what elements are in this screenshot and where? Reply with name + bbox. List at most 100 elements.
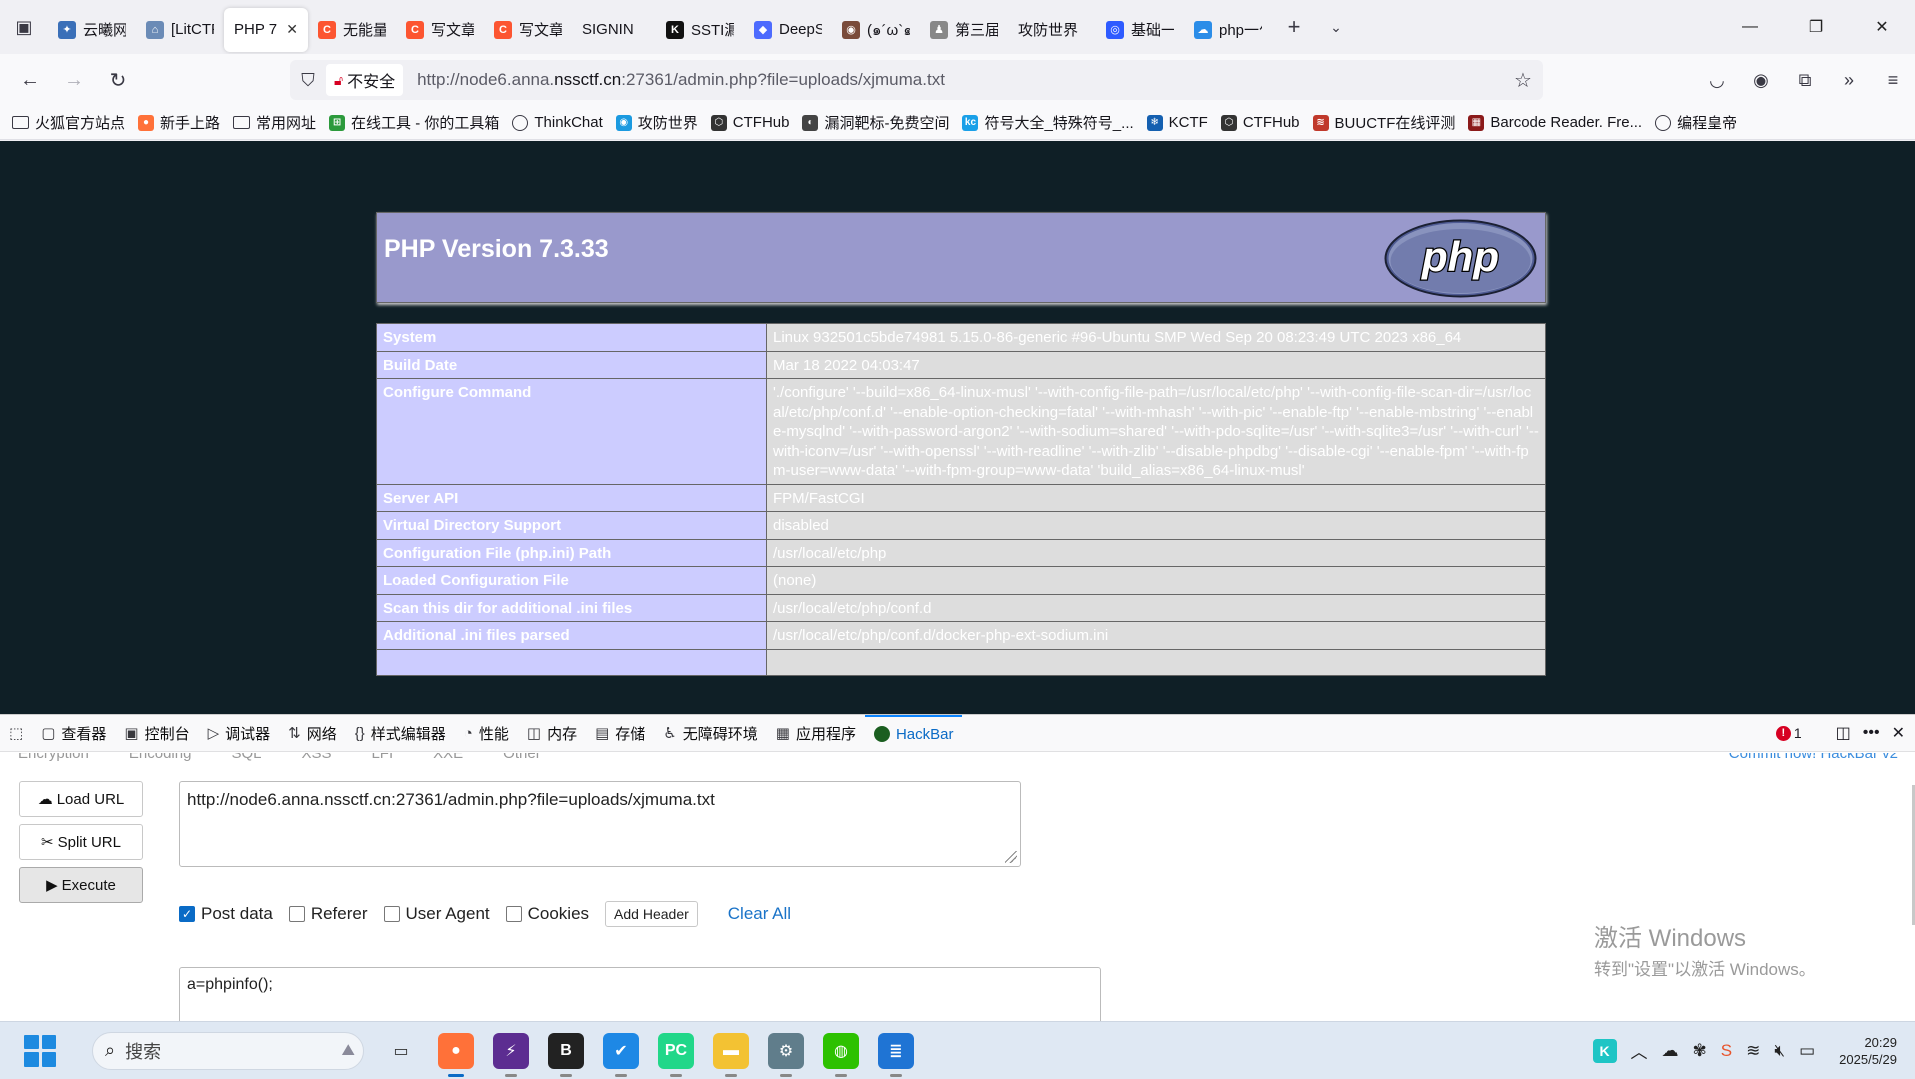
site-info-button[interactable]: 🔓︎ 不安全 bbox=[326, 64, 404, 96]
close-window-button[interactable]: ✕ bbox=[1849, 0, 1915, 54]
forward-button[interactable]: → bbox=[52, 60, 96, 100]
option-post-data[interactable]: ✓ Post data bbox=[179, 904, 273, 924]
browser-tab[interactable]: K SSTI漏洞 bbox=[656, 8, 744, 52]
devtools-tab-inspector[interactable]: ▢ 查看器 bbox=[32, 715, 115, 752]
option-cookies[interactable]: Cookies bbox=[505, 904, 589, 924]
browser-tab[interactable]: ◉ (๑´ω`๑) bbox=[832, 8, 920, 52]
show-hidden-icons-chevron-icon[interactable]: ︿ bbox=[1631, 1038, 1648, 1063]
burp-suite-icon[interactable]: B bbox=[548, 1032, 584, 1077]
hackbar-menu-item[interactable]: Encoding bbox=[129, 753, 192, 763]
browser-tab[interactable]: ✦ 云曦网络 bbox=[48, 8, 136, 52]
dock-toggle-icon[interactable]: ◫ bbox=[1836, 723, 1851, 743]
browser-tab[interactable]: SIGNIN bbox=[572, 8, 656, 52]
browser-tab[interactable]: 攻防世界 bbox=[1008, 8, 1096, 52]
wechat-icon[interactable]: ◍ bbox=[823, 1032, 859, 1077]
bookmark-star-icon[interactable]: ☆ bbox=[1503, 68, 1543, 93]
onedrive-icon[interactable]: ☁ bbox=[1662, 1041, 1679, 1061]
hackbar-menu-item[interactable]: Encryption bbox=[18, 753, 89, 763]
clear-all-link[interactable]: Clear All bbox=[728, 904, 791, 924]
devtools-tab-network[interactable]: ⇅ 网络 bbox=[279, 715, 346, 752]
hackbar-menu-item[interactable]: SQL bbox=[231, 753, 261, 763]
restore-button[interactable]: ❐ bbox=[1783, 0, 1849, 54]
error-count-badge[interactable]: ! 1 bbox=[1775, 725, 1802, 741]
url-text[interactable]: http://node6.anna.nssctf.cn:27361/admin.… bbox=[417, 70, 945, 90]
option-referer[interactable]: Referer bbox=[288, 904, 368, 924]
extensions-icon[interactable]: ⧉ bbox=[1783, 60, 1827, 100]
devtools-tab-storage[interactable]: ▤ 存储 bbox=[586, 715, 654, 752]
ime-tray-icon[interactable]: S bbox=[1721, 1041, 1732, 1061]
hackbar-menu-item[interactable]: XXE bbox=[433, 753, 463, 763]
hackbar-menu-item[interactable]: Other bbox=[503, 753, 541, 763]
checkbox-checked-icon[interactable]: ✓ bbox=[179, 906, 195, 922]
devtools-tab-debugger[interactable]: ▷ 调试器 bbox=[199, 715, 280, 752]
bookmark-item[interactable]: ThinkChat bbox=[512, 114, 603, 131]
browser-tab[interactable]: C 写文章-C bbox=[484, 8, 572, 52]
checkbox-icon[interactable] bbox=[505, 906, 522, 922]
resize-grip-icon[interactable] bbox=[1005, 851, 1017, 863]
bookmark-item[interactable]: 常用网址 bbox=[233, 112, 316, 133]
close-tab-icon[interactable]: ✕ bbox=[286, 21, 298, 38]
minimize-button[interactable]: — bbox=[1717, 0, 1783, 54]
start-button[interactable] bbox=[24, 1034, 56, 1067]
devtools-tab-accessibility[interactable]: ♿ 无障碍环境 bbox=[654, 715, 766, 752]
account-icon[interactable]: ◉ bbox=[1739, 60, 1783, 100]
bookmark-item[interactable]: ● 新手上路 bbox=[138, 112, 220, 133]
close-devtools-icon[interactable]: ✕ bbox=[1892, 723, 1905, 743]
tab-overflow-chevron-icon[interactable]: ⌄ bbox=[1316, 19, 1356, 36]
post-data-textarea[interactable]: a=phpinfo(); bbox=[179, 967, 1101, 1027]
hackbar-commit-link[interactable]: Commit now! HackBar v2 bbox=[1729, 753, 1898, 763]
hackbar-menu-item[interactable]: XSS bbox=[301, 753, 331, 763]
task-view-icon[interactable]: ▭ bbox=[383, 1033, 419, 1069]
element-picker-icon[interactable]: ⬚ bbox=[0, 715, 32, 752]
load-url-button[interactable]: ☁ Load URL bbox=[19, 781, 143, 817]
bookmark-item[interactable]: ❄ KCTF bbox=[1146, 114, 1208, 131]
bookmark-item[interactable]: ⊞ 在线工具 - 你的工具箱 bbox=[329, 112, 499, 133]
browser-tab[interactable]: ◎ 基础一句 bbox=[1096, 8, 1184, 52]
browser-tab[interactable]: ☁ php一句 bbox=[1184, 8, 1272, 52]
devtools-menu-icon[interactable]: ••• bbox=[1863, 724, 1880, 742]
bookmark-item[interactable]: 火狐官方站点 bbox=[12, 112, 125, 133]
back-button[interactable]: ← bbox=[8, 60, 52, 100]
notepad-icon[interactable]: ≣ bbox=[878, 1032, 914, 1077]
checkbox-icon[interactable] bbox=[383, 906, 400, 922]
swift-app-icon[interactable]: ✔ bbox=[603, 1032, 639, 1077]
devtools-tab-application[interactable]: ▦ 应用程序 bbox=[767, 715, 865, 752]
battery-icon[interactable]: ▭ bbox=[1799, 1041, 1815, 1061]
execute-button[interactable]: ▶ Execute bbox=[19, 867, 143, 903]
option-user-agent[interactable]: User Agent bbox=[383, 904, 490, 924]
browser-tab[interactable]: C 无能量 bbox=[308, 8, 396, 52]
visual-studio-icon[interactable]: ⚡ bbox=[493, 1032, 529, 1077]
volume-muted-icon[interactable]: 🔇︎ bbox=[1774, 1041, 1785, 1061]
devtools-tab-hackbar[interactable]: HackBar bbox=[864, 714, 963, 752]
bookmark-item[interactable]: ≋ BUUCTF在线评测 bbox=[1312, 112, 1455, 133]
bookmark-item[interactable]: 编程皇帝 bbox=[1655, 112, 1737, 133]
taskbar-search[interactable]: ⌕ 搜索 ⛰ bbox=[92, 1031, 364, 1070]
devtools-tab-performance[interactable]: ◔ 性能 bbox=[455, 715, 518, 752]
pocket-icon[interactable]: ◡ bbox=[1695, 60, 1739, 100]
tracking-protection-shield-icon[interactable]: ⛉ bbox=[290, 70, 326, 91]
browser-tab[interactable]: ♟ 第三届奖 bbox=[920, 8, 1008, 52]
hackbar-url-textarea[interactable]: http://node6.anna.nssctf.cn:27361/admin.… bbox=[179, 781, 1021, 867]
list-all-tabs-icon[interactable]: ▣ bbox=[0, 0, 48, 54]
bookmark-item[interactable]: ⬡ CTFHub bbox=[710, 114, 789, 131]
firefox-icon[interactable]: ● bbox=[438, 1032, 474, 1077]
browser-tab[interactable]: ⌂ [LitCTF bbox=[136, 8, 224, 52]
pycharm-icon[interactable]: PC bbox=[658, 1032, 694, 1077]
app-menu-icon[interactable]: ≡ bbox=[1871, 60, 1915, 100]
new-tab-button[interactable]: + bbox=[1272, 14, 1316, 40]
kuake-tray-icon[interactable]: K bbox=[1592, 1038, 1617, 1063]
browser-tab[interactable]: C 写文章-C bbox=[396, 8, 484, 52]
browser-tab[interactable]: ◆ DeepSe bbox=[744, 8, 832, 52]
bookmark-item[interactable]: ◐ 漏洞靶标-免费空间 bbox=[802, 112, 949, 133]
clock[interactable]: 20:29 2025/5/29 bbox=[1839, 1034, 1897, 1068]
reload-button[interactable]: ↻ bbox=[96, 60, 140, 100]
overflow-chevrons-icon[interactable]: » bbox=[1827, 60, 1871, 100]
hackbar-menu-item[interactable]: LFI bbox=[371, 753, 393, 763]
url-bar[interactable]: ⛉ 🔓︎ 不安全 http://node6.anna.nssctf.cn:273… bbox=[290, 60, 1543, 100]
split-url-button[interactable]: ✂ Split URL bbox=[19, 824, 143, 860]
devtools-tab-console[interactable]: ▣ 控制台 bbox=[115, 715, 198, 752]
bookmark-item[interactable]: kc 符号大全_特殊符号_... bbox=[962, 112, 1134, 133]
devtools-tab-memory[interactable]: ◫ 内存 bbox=[518, 715, 586, 752]
bookmark-item[interactable]: ▦ Barcode Reader. Fre... bbox=[1468, 114, 1642, 131]
file-explorer-icon[interactable]: ▬ bbox=[713, 1032, 749, 1077]
